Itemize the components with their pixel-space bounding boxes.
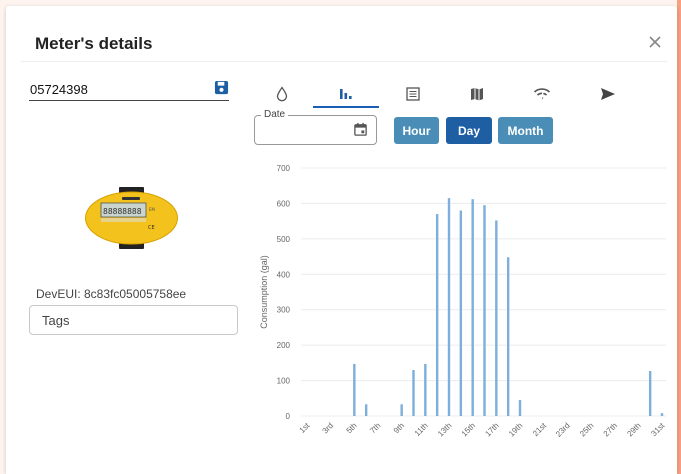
hour-button[interactable]: Hour (394, 117, 439, 144)
x-tick-label: 3rd (321, 421, 336, 436)
bar-11th (424, 363, 427, 416)
x-tick-label: 15th (460, 421, 477, 438)
day-button[interactable]: Day (446, 117, 492, 144)
x-tick-label: 17th (483, 421, 500, 438)
tab-chart[interactable] (331, 79, 361, 109)
map-icon (471, 88, 483, 101)
date-label: Date (261, 109, 289, 120)
bar-16th (483, 205, 486, 416)
deveui-label: DevEUI: 8c83fc05005758ee (36, 287, 187, 301)
y-tick-label: 200 (277, 341, 291, 350)
bar-15th (471, 199, 474, 416)
y-tick-label: 100 (277, 377, 291, 386)
date-picker-field[interactable]: Date (254, 109, 377, 145)
x-tick-label: 11th (413, 421, 430, 438)
tab-map[interactable] (462, 79, 492, 109)
bar-13th (447, 198, 451, 416)
active-tab-indicator (313, 106, 379, 108)
close-icon[interactable] (645, 32, 665, 52)
y-axis-label: Consumption (gal) (259, 255, 269, 329)
y-tick-label: 500 (277, 235, 291, 244)
tags-placeholder: Tags (42, 313, 70, 328)
bar-31st (660, 413, 664, 416)
bar-chart-icon (340, 89, 352, 99)
list-icon (406, 87, 420, 101)
meter-details-dialog: Meter's details 05724398 88888888 EM CE … (6, 6, 677, 474)
x-tick-label: 1st (298, 421, 312, 435)
meter-device-image: 88888888 EM CE (85, 187, 178, 249)
bar-5th (353, 363, 356, 416)
bar-10th (412, 369, 415, 416)
x-tick-label: 5th (345, 421, 359, 435)
bar-12th (435, 214, 439, 416)
dialog-title: Meter's details (35, 34, 153, 53)
x-tick-label: 9th (392, 421, 406, 435)
month-button[interactable]: Month (498, 117, 553, 144)
x-tick-label: 21st (531, 421, 549, 439)
bar-17th (495, 220, 498, 416)
save-icon[interactable] (214, 80, 229, 95)
y-tick-label: 0 (286, 412, 291, 421)
bar-30th (648, 371, 652, 416)
consumption-chart: 0 100 200 300 400 500 600 700 Consumption (gal) 1… (259, 164, 667, 439)
x-tick-label: 19th (507, 421, 524, 438)
y-tick-label: 300 (277, 306, 291, 315)
y-tick-label: 600 (277, 199, 291, 208)
svg-text:88888888: 88888888 (103, 207, 142, 216)
tags-input[interactable]: Tags (29, 305, 238, 335)
x-tick-label: 25th (578, 421, 595, 438)
title-divider (21, 61, 667, 62)
background-edge (677, 0, 681, 474)
x-tick-label: 31st (649, 421, 667, 439)
svg-text:EM: EM (149, 207, 156, 212)
meter-number[interactable]: 05724398 (30, 82, 88, 97)
bar-6th (364, 404, 368, 416)
bar-9th (400, 404, 403, 416)
bar-18th (506, 257, 510, 416)
y-tick-label: 400 (277, 270, 291, 279)
send-icon (601, 88, 615, 100)
wifi-signal-icon (533, 88, 551, 101)
x-tick-label: 13th (436, 421, 453, 438)
svg-text:CE: CE (148, 225, 155, 231)
tab-list[interactable] (398, 79, 428, 109)
x-tick-label: 23rd (554, 421, 572, 439)
tab-signal[interactable] (527, 79, 557, 109)
tab-send[interactable] (593, 79, 623, 109)
calendar-icon[interactable] (353, 122, 368, 137)
y-tick-label: 700 (277, 164, 291, 173)
meter-number-field[interactable]: 05724398 (29, 78, 229, 101)
x-tick-label: 27th (602, 421, 619, 438)
x-tick-label: 7th (368, 421, 382, 435)
bar-19th (518, 400, 522, 416)
bar-14th (459, 210, 463, 416)
tab-water[interactable] (267, 79, 297, 109)
x-tick-label: 29th (625, 421, 642, 438)
water-drop-icon (276, 86, 288, 102)
